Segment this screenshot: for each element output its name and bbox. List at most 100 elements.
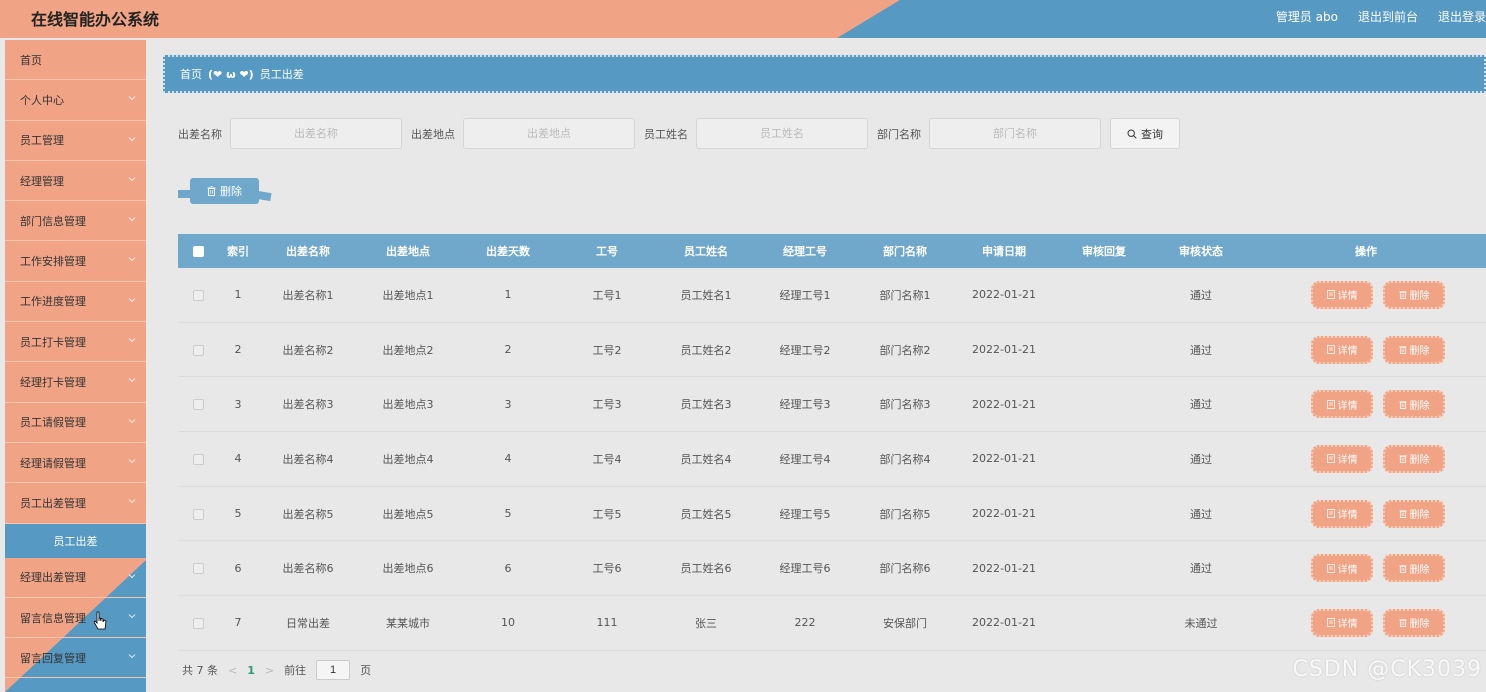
- department-input[interactable]: [929, 118, 1101, 149]
- app-title: 在线智能办公系统: [31, 10, 160, 29]
- delete-button[interactable]: 删除: [1383, 608, 1445, 637]
- batch-delete-area: 删除: [178, 178, 272, 206]
- search-label-trip-location: 出差地点: [411, 127, 455, 141]
- sidebar-item[interactable]: 员工管理: [5, 121, 146, 161]
- sidebar-item[interactable]: 部门信息管理: [5, 201, 146, 242]
- sidebar-item[interactable]: 经理管理: [5, 161, 146, 202]
- column-header: 员工姓名: [684, 245, 728, 258]
- sidebar-item[interactable]: 经理打卡管理: [5, 362, 146, 403]
- table-cell: 经理工号6: [779, 562, 831, 576]
- detail-button-label: 详情: [1337, 455, 1358, 467]
- table-cell: 通过: [1190, 507, 1212, 521]
- delete-button[interactable]: 删除: [1383, 335, 1445, 364]
- table-cell: 部门名称2: [879, 343, 931, 357]
- table-cell: 2022-01-21: [972, 397, 1036, 411]
- table-cell: 2022-01-21: [972, 616, 1036, 630]
- row-select-cell: [178, 616, 218, 629]
- column-header: 申请日期: [982, 245, 1026, 258]
- delete-button[interactable]: 删除: [1383, 554, 1445, 583]
- column-header: 审核状态: [1179, 245, 1223, 258]
- sidebar-item[interactable]: 工作安排管理: [5, 241, 146, 282]
- sidebar-item[interactable]: 经理请假管理: [5, 443, 146, 484]
- detail-button[interactable]: 详情: [1311, 444, 1373, 473]
- detail-button[interactable]: 详情: [1311, 608, 1373, 637]
- table-cell: 2: [504, 343, 512, 357]
- row-checkbox[interactable]: [192, 453, 204, 465]
- table-cell: 通过: [1190, 343, 1212, 357]
- trash-icon: [1398, 565, 1407, 573]
- sidebar-item-label: 经理打卡管理: [20, 376, 86, 390]
- table-cell: 工号4: [592, 452, 622, 466]
- table-cell: 5: [504, 507, 512, 521]
- table-cell: 出差名称5: [282, 507, 334, 521]
- goto-page-input[interactable]: [316, 660, 351, 680]
- column-header: 出差天数: [486, 245, 530, 258]
- table-cell: 部门名称6: [879, 562, 931, 576]
- delete-button[interactable]: 删除: [1383, 444, 1445, 473]
- delete-button[interactable]: 删除: [1383, 499, 1445, 528]
- detail-button[interactable]: 详情: [1311, 499, 1373, 528]
- column-header: 审核回复: [1082, 245, 1126, 258]
- trip-location-input[interactable]: [463, 118, 635, 149]
- table-cell: 部门名称3: [879, 398, 931, 412]
- detail-button[interactable]: 详情: [1311, 280, 1373, 309]
- row-checkbox[interactable]: [192, 399, 204, 411]
- detail-button[interactable]: 详情: [1311, 390, 1373, 419]
- table-cell: 出差地点6: [382, 562, 434, 576]
- detail-button[interactable]: 详情: [1311, 335, 1373, 364]
- row-checkbox[interactable]: [192, 617, 204, 629]
- sidebar-item[interactable]: 员工打卡管理: [5, 322, 146, 363]
- row-checkbox[interactable]: [192, 563, 204, 575]
- sidebar-item[interactable]: 留言信息管理: [5, 598, 146, 639]
- watermark: CSDN @CK3039: [1292, 657, 1482, 682]
- query-button[interactable]: 查询: [1110, 118, 1180, 149]
- table-cell: 部门名称1: [879, 288, 931, 302]
- sidebar-item[interactable]: 留言回复管理: [5, 638, 146, 679]
- row-checkbox[interactable]: [192, 508, 204, 520]
- logout-link[interactable]: 退出登录: [1438, 8, 1486, 25]
- batch-delete-label: 删除: [220, 185, 242, 198]
- sidebar-item[interactable]: 员工出差管理: [5, 483, 146, 524]
- sidebar-item[interactable]: 经理出差管理: [5, 558, 146, 598]
- delete-button[interactable]: 删除: [1383, 390, 1445, 419]
- next-page-button[interactable]: >: [265, 664, 274, 677]
- row-select-cell: [178, 288, 218, 301]
- chevron-down-icon: [128, 96, 136, 101]
- sidebar-item[interactable]: 工作进度管理: [5, 282, 146, 323]
- table-cell: 1: [504, 288, 512, 302]
- exit-to-front-link[interactable]: 退出到前台: [1358, 8, 1418, 25]
- batch-delete-button[interactable]: 删除: [190, 178, 259, 204]
- trip-name-input[interactable]: [230, 118, 402, 149]
- sidebar-item-label: 留言回复管理: [20, 651, 86, 665]
- breadcrumb: 首页 (❤ ω ❤) 员工出差: [163, 55, 1486, 93]
- breadcrumb-current: 员工出差: [259, 68, 304, 81]
- table-cell: 2: [234, 343, 242, 357]
- sidebar-item-label: 员工出差管理: [20, 496, 86, 510]
- employee-name-input[interactable]: [696, 118, 868, 149]
- sidebar-item[interactable]: 首页: [5, 40, 146, 81]
- detail-button-label: 详情: [1337, 619, 1358, 631]
- table-cell: 工号5: [592, 507, 622, 521]
- current-user[interactable]: 管理员 abo: [1276, 8, 1338, 25]
- page-number-1[interactable]: 1: [247, 664, 255, 677]
- trash-icon: [1398, 401, 1407, 409]
- select-all-checkbox[interactable]: [192, 246, 204, 257]
- table-cell: 出差名称2: [282, 343, 334, 357]
- table-cell: 出差名称4: [282, 452, 334, 466]
- prev-page-button[interactable]: <: [228, 664, 237, 677]
- table-row: 2 出差名称2 出差地点2 2 工号2 员工姓名2 经理工号2 部门名称2 2022-01-21…: [178, 322, 1486, 378]
- sidebar-item[interactable]: 个人中心: [5, 80, 146, 121]
- row-checkbox[interactable]: [192, 344, 204, 356]
- table-cell: 工号3: [592, 398, 622, 412]
- sidebar-subitem-active[interactable]: 员工出差: [5, 523, 146, 558]
- table-cell: 经理工号5: [779, 507, 831, 521]
- trash-icon: [207, 186, 216, 196]
- detail-button[interactable]: 详情: [1311, 554, 1373, 583]
- sidebar-item[interactable]: 员工请假管理: [5, 403, 146, 443]
- delete-button[interactable]: 删除: [1383, 280, 1445, 309]
- table-header: 索引 出差名称 出差地点 出差天数 工号 员工姓名 经理工号 部门名称 申请日期 审核回复 审核状态…: [178, 234, 1486, 268]
- trash-icon: [1398, 346, 1407, 354]
- row-actions: 详情 删除: [1246, 280, 1486, 309]
- breadcrumb-home[interactable]: 首页: [180, 66, 202, 82]
- row-checkbox[interactable]: [192, 289, 204, 301]
